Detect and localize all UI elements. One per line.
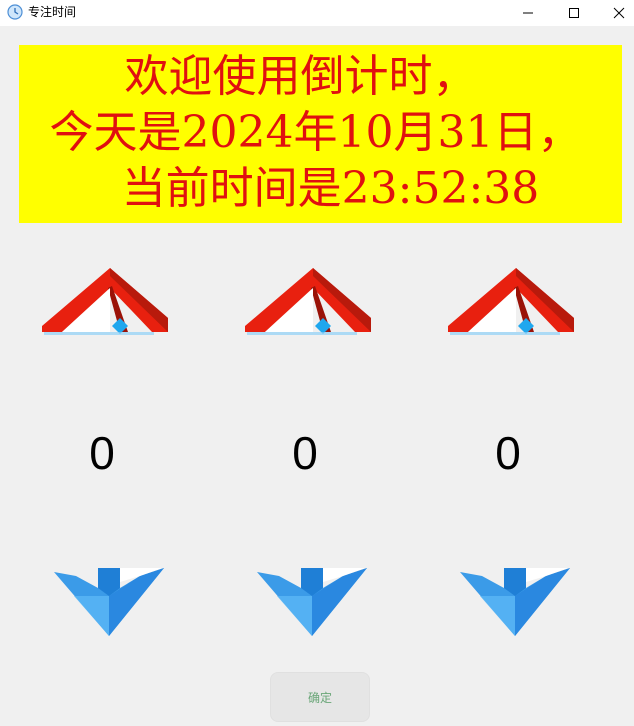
maximize-icon — [569, 8, 579, 18]
increment-seconds-up-arrow-icon[interactable] — [446, 266, 576, 336]
increment-minutes-up-arrow-icon[interactable] — [243, 266, 373, 336]
banner-line-welcome: 欢迎使用倒计时， — [124, 51, 477, 102]
decrement-seconds-down-arrow-icon[interactable] — [460, 566, 570, 638]
decrement-minutes-down-arrow-icon[interactable] — [257, 566, 367, 638]
title-bar: 专注时间 — [0, 0, 634, 26]
close-icon — [613, 7, 625, 19]
close-button[interactable] — [596, 0, 634, 26]
seconds-value: 0 — [495, 427, 521, 479]
increment-hours-up-arrow-icon[interactable] — [40, 266, 170, 336]
hours-value: 0 — [89, 427, 115, 479]
confirm-button-label: 确定 — [307, 690, 332, 705]
window-title: 专注时间 — [28, 5, 77, 19]
confirm-button[interactable]: 确定 — [270, 672, 370, 722]
app-clock-icon — [7, 4, 23, 20]
minimize-icon — [523, 12, 533, 14]
banner-line-time: 当前时间是23:52:38 — [121, 163, 540, 214]
minutes-value: 0 — [292, 427, 318, 479]
banner-line-date: 今天是2024年10月31日， — [49, 107, 582, 158]
minimize-button[interactable] — [505, 0, 551, 26]
maximize-button[interactable] — [551, 0, 597, 26]
decrement-hours-down-arrow-icon[interactable] — [54, 566, 164, 638]
welcome-banner: 欢迎使用倒计时， 今天是2024年10月31日， 当前时间是23:52:38 — [19, 45, 622, 223]
